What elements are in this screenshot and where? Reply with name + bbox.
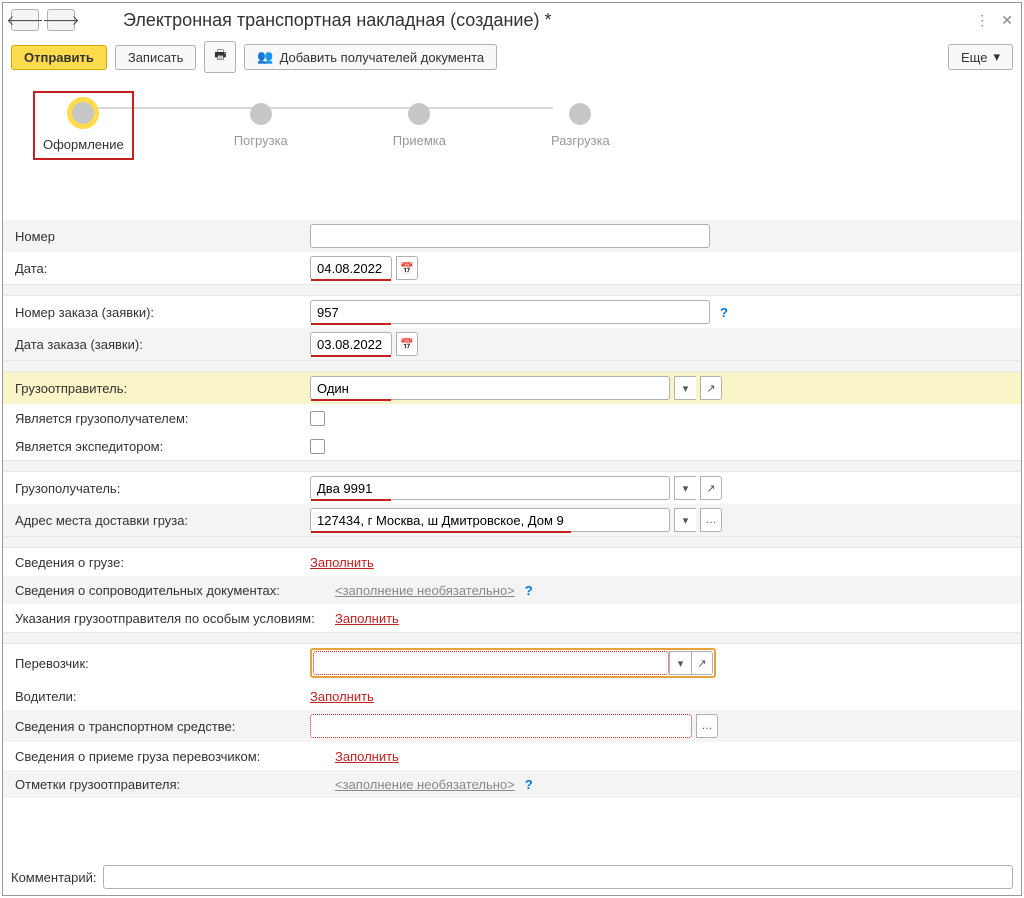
shipper-marks-label: Отметки грузоотправителя: (15, 777, 335, 792)
add-recipients-label: Добавить получателей документа (280, 50, 485, 65)
consignee-input[interactable] (310, 476, 670, 500)
is-consignee-label: Является грузополучателем: (15, 411, 310, 426)
is-expeditor-label: Является экспедитором: (15, 439, 310, 454)
carrier-input[interactable] (313, 651, 669, 675)
open-button[interactable]: ↗ (700, 476, 722, 500)
help-icon[interactable]: ? (525, 777, 533, 792)
is-consignee-checkbox[interactable] (310, 411, 325, 426)
ellipsis-button[interactable]: … (700, 508, 722, 532)
open-icon: ↗ (706, 482, 715, 495)
fill-link[interactable]: Заполнить (335, 611, 399, 626)
order-date-label: Дата заказа (заявки): (15, 337, 310, 352)
open-button[interactable]: ↗ (700, 376, 722, 400)
order-date-input[interactable] (310, 332, 392, 356)
send-button[interactable]: Отправить (11, 45, 107, 70)
form-area: Номер Дата: 📅 Номер заказа (заявки): ? Д… (3, 220, 1021, 798)
calendar-button[interactable]: 📅 (396, 332, 418, 356)
vehicle-label: Сведения о транспортном средстве: (15, 719, 310, 734)
order-no-input[interactable] (310, 300, 710, 324)
date-input[interactable] (310, 256, 392, 280)
step-priemka[interactable]: Приемка (393, 103, 446, 148)
fill-link[interactable]: Заполнить (310, 555, 374, 570)
step-label: Оформление (43, 137, 124, 152)
optional-fill-link[interactable]: <заполнение необязательно> (335, 777, 515, 792)
step-label: Приемка (393, 133, 446, 148)
calendar-icon: 📅 (400, 338, 414, 351)
step-razgruzka[interactable]: Разгрузка (551, 103, 610, 148)
chevron-down-icon: ▾ (683, 514, 689, 527)
help-icon[interactable]: ? (525, 583, 533, 598)
is-expeditor-checkbox[interactable] (310, 439, 325, 454)
order-no-label: Номер заказа (заявки): (15, 305, 310, 320)
calendar-button[interactable]: 📅 (396, 256, 418, 280)
dropdown-button[interactable]: ▾ (674, 476, 696, 500)
optional-fill-link[interactable]: <заполнение необязательно> (335, 583, 515, 598)
number-input[interactable] (310, 224, 710, 248)
open-icon: ↗ (697, 657, 706, 670)
help-icon[interactable]: ? (720, 305, 728, 320)
ellipsis-icon: … (706, 514, 717, 526)
step-oformlenie[interactable]: Оформление (33, 91, 134, 160)
chevron-down-icon: ▾ (683, 482, 689, 495)
shipper-input[interactable] (310, 376, 670, 400)
dropdown-button[interactable]: ▾ (674, 376, 696, 400)
menu-dots-icon[interactable]: ⋮ (975, 12, 989, 29)
cargo-info-label: Сведения о грузe: (15, 555, 310, 570)
toolbar: Отправить Записать 🖶 👥 Добавить получате… (3, 37, 1021, 81)
shipper-label: Грузоотправитель: (15, 381, 310, 396)
chevron-down-icon: ▾ (993, 49, 1000, 65)
ellipsis-button[interactable]: … (696, 714, 718, 738)
save-button[interactable]: Записать (115, 45, 197, 70)
nav-back-button[interactable]: 🡐 (11, 9, 39, 31)
print-icon: 🖶 (214, 46, 226, 68)
vehicle-input[interactable] (310, 714, 692, 738)
step-label: Разгрузка (551, 133, 610, 148)
delivery-addr-input[interactable] (310, 508, 670, 532)
open-icon: ↗ (706, 382, 715, 395)
users-icon: 👥 (257, 49, 273, 65)
close-icon[interactable]: ✕ (1001, 12, 1013, 29)
print-button[interactable]: 🖶 (204, 41, 236, 73)
fill-link[interactable]: Заполнить (335, 749, 399, 764)
comment-input[interactable] (103, 865, 1014, 889)
special-instructions-label: Указания грузоотправителя по особым усло… (15, 611, 335, 626)
dropdown-button[interactable]: ▾ (674, 508, 696, 532)
dropdown-button[interactable]: ▾ (669, 651, 691, 675)
comment-label: Комментарий: (11, 870, 97, 885)
carrier-accept-label: Сведения о приеме груза перевозчиком: (15, 749, 335, 764)
add-recipients-button[interactable]: 👥 Добавить получателей документа (244, 44, 497, 70)
carrier-label: Перевозчик: (15, 656, 310, 671)
calendar-icon: 📅 (400, 262, 414, 275)
drivers-label: Водители: (15, 689, 310, 704)
more-button[interactable]: Еще ▾ (948, 44, 1013, 70)
ellipsis-icon: … (702, 720, 713, 732)
step-pogruzka[interactable]: Погрузка (234, 103, 288, 148)
fill-link[interactable]: Заполнить (310, 689, 374, 704)
window-header: 🡐 🡒 Электронная транспортная накладная (… (3, 3, 1021, 37)
date-label: Дата: (15, 261, 310, 276)
more-label: Еще (961, 50, 987, 65)
chevron-down-icon: ▾ (678, 657, 684, 670)
wizard-steps: Оформление Погрузка Приемка Разгрузка (3, 81, 1021, 180)
open-button[interactable]: ↗ (691, 651, 713, 675)
consignee-label: Грузополучатель: (15, 481, 310, 496)
accomp-docs-label: Сведения о сопроводительных документах: (15, 583, 335, 598)
nav-forward-button[interactable]: 🡒 (47, 9, 75, 31)
delivery-addr-label: Адрес места доставки груза: (15, 513, 310, 528)
step-label: Погрузка (234, 133, 288, 148)
page-title: Электронная транспортная накладная (созд… (123, 10, 551, 31)
chevron-down-icon: ▾ (683, 382, 689, 395)
number-label: Номер (15, 229, 310, 244)
